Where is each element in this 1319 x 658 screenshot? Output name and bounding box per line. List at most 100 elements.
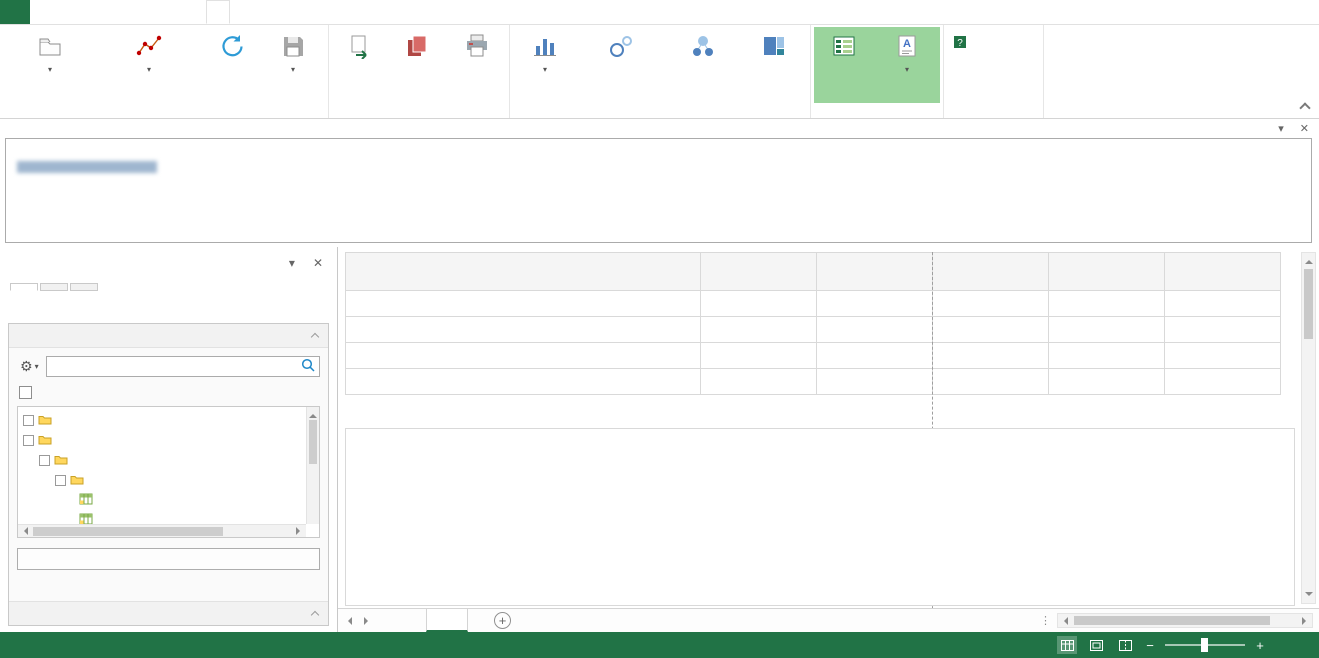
scroll-up-icon[interactable]: [1302, 253, 1315, 267]
tree-item[interactable]: [21, 410, 303, 430]
tab-format[interactable]: [70, 283, 98, 291]
tab-mark[interactable]: [40, 283, 68, 291]
settings-gear-button[interactable]: ⚙▾: [17, 357, 42, 376]
analytic-queries-button[interactable]: ▾: [3, 27, 97, 103]
tab-view[interactable]: [162, 0, 184, 24]
table-cell[interactable]: [1049, 291, 1165, 317]
table-cell[interactable]: [701, 343, 817, 369]
batch-print-button[interactable]: [448, 27, 506, 103]
export-button[interactable]: [332, 27, 386, 103]
tree-item[interactable]: [21, 490, 303, 510]
data-sources-section-header[interactable]: [9, 324, 328, 348]
tree-item[interactable]: [21, 450, 303, 470]
scroll-right-icon[interactable]: [296, 527, 304, 535]
zoom-slider[interactable]: [1165, 638, 1245, 652]
table-cell[interactable]: [1049, 317, 1165, 343]
horizontal-scrollbar[interactable]: [1057, 613, 1313, 628]
table-cell[interactable]: [933, 317, 1049, 343]
scrollbar-thumb[interactable]: [1304, 269, 1313, 339]
zoom-in-button[interactable]: +: [1254, 638, 1266, 653]
scrollbar-thumb[interactable]: [33, 527, 223, 536]
refresh-button[interactable]: [201, 27, 261, 103]
table-cell[interactable]: [1049, 369, 1165, 395]
sheet-splitter-handle[interactable]: ⋮: [1040, 614, 1051, 627]
table-cell[interactable]: [933, 369, 1049, 395]
add-sheet-button[interactable]: +: [494, 612, 511, 629]
tab-page-layout[interactable]: [74, 0, 96, 24]
tree-item[interactable]: [21, 430, 303, 450]
insert-chart-button[interactable]: ▾: [513, 27, 577, 103]
title-toggle-button[interactable]: A ▾: [874, 27, 940, 103]
scrollbar-thumb[interactable]: [1074, 616, 1270, 625]
table-col-header[interactable]: [933, 253, 1049, 291]
table-col-header[interactable]: [701, 253, 817, 291]
table-cell[interactable]: [817, 369, 933, 395]
tab-file[interactable]: [0, 0, 30, 24]
table-cell[interactable]: [933, 343, 1049, 369]
timeseries-analysis-button[interactable]: ▾: [97, 27, 201, 103]
zoom-out-button[interactable]: −: [1144, 638, 1156, 653]
table-cell[interactable]: [817, 291, 933, 317]
properties-panel-button[interactable]: [814, 27, 874, 103]
scroll-left-icon[interactable]: [1060, 617, 1068, 625]
tab-review[interactable]: [140, 0, 162, 24]
title-panel-close-icon[interactable]: ✕: [1300, 122, 1309, 135]
normal-view-icon[interactable]: [1057, 636, 1077, 654]
tree-expander-icon[interactable]: [23, 415, 34, 426]
table-cell[interactable]: [1165, 317, 1281, 343]
table-col-header[interactable]: [1165, 253, 1281, 291]
tab-home[interactable]: [30, 0, 52, 24]
help-button[interactable]: ?: [953, 35, 972, 52]
search-icon[interactable]: [301, 358, 315, 375]
vertical-scrollbar[interactable]: [1301, 252, 1316, 604]
organization-link[interactable]: [16, 161, 158, 175]
tree-expander-icon[interactable]: [23, 435, 34, 446]
sheet-tab-active[interactable]: [426, 609, 468, 632]
row-label[interactable]: [346, 343, 701, 369]
bubble-chart-button[interactable]: [577, 27, 665, 103]
table-cell[interactable]: [1165, 369, 1281, 395]
row-label[interactable]: [346, 291, 701, 317]
tree-expander-icon[interactable]: [39, 455, 50, 466]
table-col-header[interactable]: [1049, 253, 1165, 291]
scrollbar-thumb[interactable]: [309, 420, 317, 464]
zoom-slider-thumb[interactable]: [1201, 638, 1208, 652]
tab-data[interactable]: [118, 0, 140, 24]
tree-expander-icon[interactable]: [55, 475, 66, 486]
page-layout-view-icon[interactable]: [1086, 636, 1106, 654]
bubble-tree-button[interactable]: [665, 27, 741, 103]
batch-export-button[interactable]: [386, 27, 448, 103]
tab-acrobat[interactable]: [184, 0, 206, 24]
table-cell[interactable]: [701, 317, 817, 343]
tree-horizontal-scrollbar[interactable]: [18, 524, 306, 537]
tab-foresight[interactable]: [206, 0, 230, 24]
table-cell[interactable]: [933, 291, 1049, 317]
scroll-left-icon[interactable]: [20, 527, 28, 535]
table-cell[interactable]: [701, 369, 817, 395]
page-break-view-icon[interactable]: [1115, 636, 1135, 654]
tab-source[interactable]: [10, 283, 38, 291]
multi-source-checkbox[interactable]: [19, 386, 32, 399]
table-cell[interactable]: [817, 343, 933, 369]
sheet-nav-right-icon[interactable]: [358, 609, 378, 632]
table-cell[interactable]: [701, 291, 817, 317]
scroll-down-icon[interactable]: [1302, 589, 1315, 603]
title-panel-collapse-icon[interactable]: ▾: [1278, 122, 1284, 135]
tab-formulas[interactable]: [96, 0, 118, 24]
table-cell[interactable]: [1165, 291, 1281, 317]
row-label[interactable]: [346, 317, 701, 343]
import-data-button[interactable]: [17, 548, 320, 570]
table-corner-header[interactable]: [346, 253, 701, 291]
table-cell[interactable]: [817, 317, 933, 343]
save-button[interactable]: ▾: [261, 27, 325, 103]
table-cell[interactable]: [1165, 343, 1281, 369]
scroll-up-icon[interactable]: [309, 410, 317, 418]
chart[interactable]: [345, 428, 1295, 606]
source-search-input[interactable]: [51, 360, 301, 374]
properties-panel-close-icon[interactable]: ✕: [313, 256, 323, 270]
tab-insert[interactable]: [52, 0, 74, 24]
data-section-header[interactable]: [9, 601, 328, 625]
properties-panel-collapse-icon[interactable]: ▾: [289, 256, 295, 270]
table-cell[interactable]: [1049, 343, 1165, 369]
table-col-header[interactable]: [817, 253, 933, 291]
